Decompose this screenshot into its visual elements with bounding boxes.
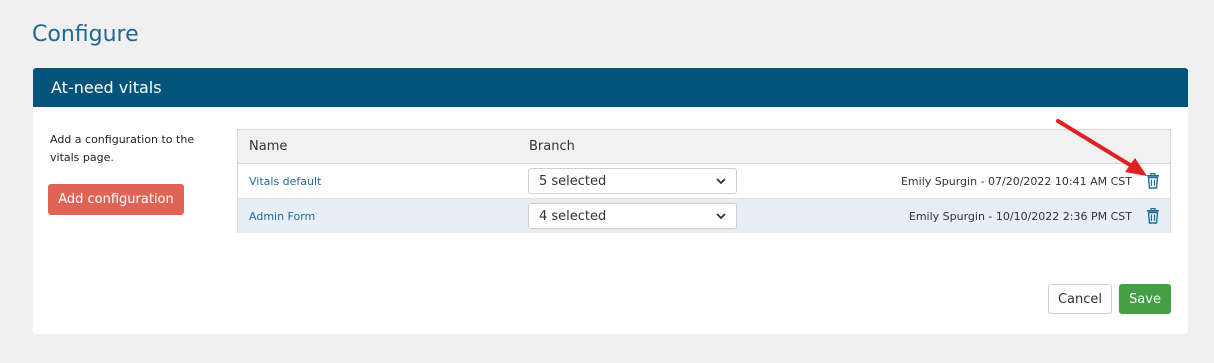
table-row: Vitals default 5 selected Emily Spurgin … xyxy=(238,164,1170,198)
configuration-panel: At-need vitals Add a configuration to th… xyxy=(33,68,1188,334)
panel-intro-text: Add a configuration to the vitals page. xyxy=(50,133,195,164)
branch-select-value: 5 selected xyxy=(539,174,607,189)
table-header: Name Branch xyxy=(238,130,1170,164)
page-title: Configure xyxy=(32,22,139,47)
configuration-name-link[interactable]: Admin Form xyxy=(249,210,315,223)
column-header-name: Name xyxy=(249,139,288,154)
cancel-button[interactable]: Cancel xyxy=(1048,284,1112,314)
add-configuration-button[interactable]: Add configuration xyxy=(48,184,184,215)
configuration-name-link[interactable]: Vitals default xyxy=(249,175,321,188)
configurations-table: Name Branch Vitals default 5 selected Em… xyxy=(237,129,1171,233)
panel-header: At-need vitals xyxy=(33,68,1188,107)
configuration-modified-info: Emily Spurgin - 10/10/2022 2:36 PM CST xyxy=(908,210,1132,223)
annotation-arrow xyxy=(1056,119,1147,176)
chevron-down-icon xyxy=(716,178,726,185)
chevron-down-icon xyxy=(716,213,726,220)
save-button[interactable]: Save xyxy=(1119,284,1171,314)
trash-icon[interactable] xyxy=(1146,208,1160,224)
table-row: Admin Form 4 selected Emily Spurgin - 10… xyxy=(238,198,1170,233)
branch-select-value: 4 selected xyxy=(539,209,607,224)
branch-select[interactable]: 5 selected xyxy=(528,168,737,194)
column-header-branch: Branch xyxy=(529,139,575,154)
branch-select[interactable]: 4 selected xyxy=(528,203,737,229)
